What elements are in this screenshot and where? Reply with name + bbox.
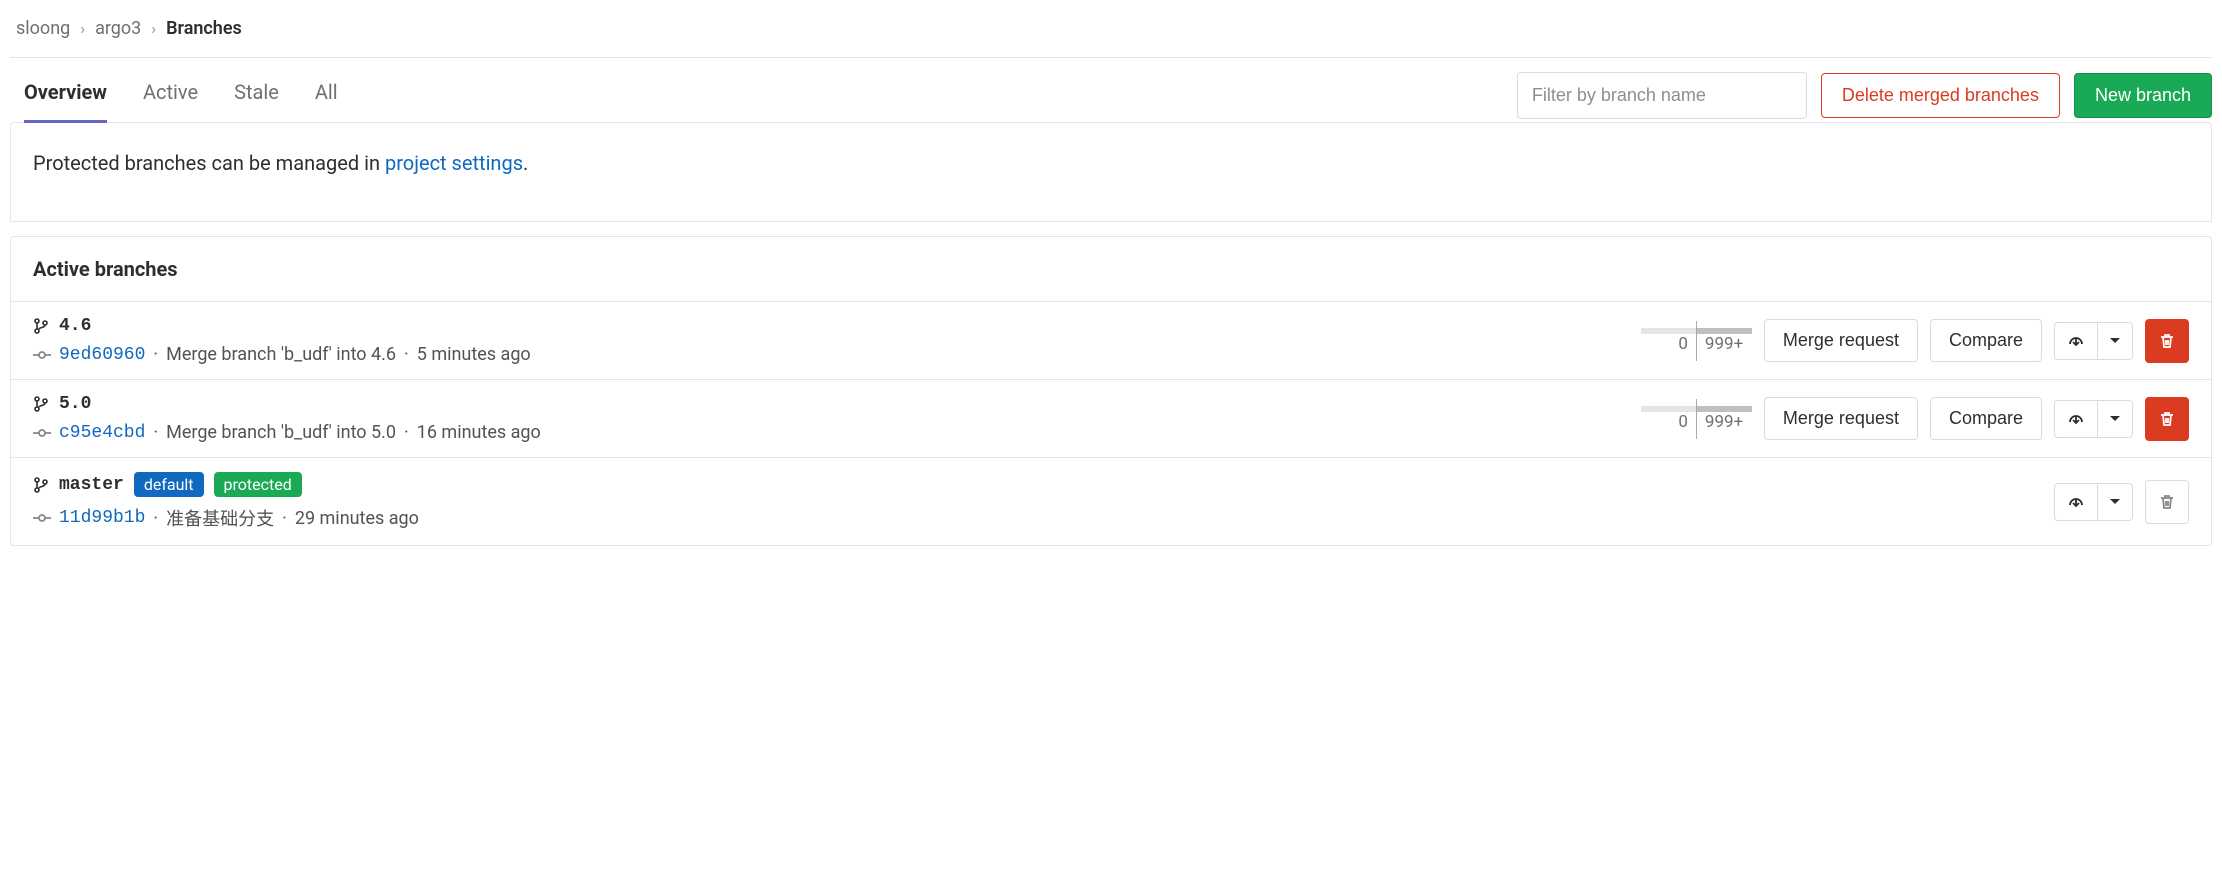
banner-suffix: .	[523, 151, 528, 175]
commit-sha[interactable]: 11d99b1b	[59, 508, 145, 528]
breadcrumb-item[interactable]: argo3	[95, 18, 141, 39]
banner-text: Protected branches can be managed in	[33, 151, 385, 175]
tab-overview[interactable]: Overview	[24, 72, 107, 123]
commit-time: 29 minutes ago	[295, 508, 419, 529]
download-icon	[2055, 401, 2098, 437]
download-dropdown[interactable]	[2054, 322, 2133, 360]
commit-icon	[33, 509, 51, 527]
ahead-count: 999+	[1697, 334, 1751, 354]
separator-dot: ·	[404, 422, 409, 443]
trash-icon	[2158, 410, 2176, 428]
separator-dot: ·	[404, 344, 409, 365]
download-icon	[2055, 484, 2098, 520]
commit-line: c95e4cbd · Merge branch 'b_udf' into 5.0 · 1…	[33, 422, 541, 443]
divergence-graph: 0999+	[1641, 321, 1752, 361]
commit-icon	[33, 424, 51, 442]
commit-message: Merge branch 'b_udf' into 5.0	[166, 422, 396, 443]
branch-icon	[33, 396, 49, 412]
commit-message: Merge branch 'b_udf' into 4.6	[166, 344, 396, 365]
branch-row: 5.0 c95e4cbd · Merge branch 'b_udf' into 5.…	[11, 380, 2211, 458]
branch-actions: 0999+ Merge request Compare	[1641, 397, 2189, 441]
commit-sha[interactable]: 9ed60960	[59, 345, 145, 365]
branch-name-line: master default protected	[33, 472, 419, 497]
separator-dot: ·	[153, 344, 158, 365]
commit-sha[interactable]: c95e4cbd	[59, 423, 145, 443]
branch-info: 4.6 9ed60960 · Merge branch 'b_udf' into 4.…	[33, 316, 531, 365]
protected-branches-banner: Protected branches can be managed in pro…	[10, 122, 2212, 222]
breadcrumb-item[interactable]: sloong	[16, 18, 70, 39]
commit-time: 5 minutes ago	[417, 344, 531, 365]
branch-icon	[33, 477, 49, 493]
branch-row: 4.6 9ed60960 · Merge branch 'b_udf' into 4.…	[11, 302, 2211, 380]
separator-dot: ·	[282, 508, 287, 529]
delete-branch-button	[2145, 480, 2189, 524]
project-settings-link[interactable]: project settings	[385, 151, 523, 175]
top-controls: Overview Active Stale All Delete merged …	[10, 58, 2212, 123]
chevron-right-icon: ›	[151, 19, 156, 38]
branch-row: master default protected 11d99b1b · 准备基础分支 · 29…	[11, 458, 2211, 545]
branch-actions	[2054, 480, 2189, 524]
merge-request-button[interactable]: Merge request	[1764, 397, 1918, 440]
caret-down-icon	[2098, 327, 2132, 355]
breadcrumb-current: Branches	[166, 18, 242, 39]
badge-protected: protected	[214, 472, 302, 497]
branch-list: 4.6 9ed60960 · Merge branch 'b_udf' into 4.…	[11, 302, 2211, 545]
new-branch-button[interactable]: New branch	[2074, 73, 2212, 118]
delete-branch-button[interactable]	[2145, 319, 2189, 363]
separator-dot: ·	[153, 422, 158, 443]
commit-line: 9ed60960 · Merge branch 'b_udf' into 4.6 · 5…	[33, 344, 531, 365]
breadcrumb: sloong › argo3 › Branches	[10, 10, 2212, 57]
download-dropdown[interactable]	[2054, 400, 2133, 438]
panel-title: Active branches	[11, 237, 2211, 302]
tab-stale[interactable]: Stale	[234, 72, 279, 123]
separator-dot: ·	[153, 508, 158, 529]
commit-time: 16 minutes ago	[417, 422, 541, 443]
filter-input[interactable]	[1517, 72, 1807, 119]
commit-line: 11d99b1b · 准备基础分支 · 29 minutes ago	[33, 505, 419, 531]
badge-default: default	[134, 472, 204, 497]
compare-button[interactable]: Compare	[1930, 397, 2042, 440]
chevron-right-icon: ›	[80, 19, 85, 38]
divergence-graph: 0999+	[1641, 399, 1752, 439]
commit-message: 准备基础分支	[166, 505, 274, 531]
branch-icon	[33, 318, 49, 334]
merge-request-button[interactable]: Merge request	[1764, 319, 1918, 362]
download-icon	[2055, 323, 2098, 359]
caret-down-icon	[2098, 405, 2132, 433]
tabs: Overview Active Stale All	[10, 72, 338, 123]
branch-actions: 0999+ Merge request Compare	[1641, 319, 2189, 363]
trash-icon	[2158, 493, 2176, 511]
behind-count: 0	[1670, 334, 1696, 354]
commit-icon	[33, 346, 51, 364]
branch-name[interactable]: 5.0	[59, 394, 91, 414]
branch-name[interactable]: master	[59, 475, 124, 495]
delete-merged-button[interactable]: Delete merged branches	[1821, 73, 2060, 118]
branch-name-line: 4.6	[33, 316, 531, 336]
branch-name[interactable]: 4.6	[59, 316, 91, 336]
action-bar: Delete merged branches New branch	[1517, 72, 2212, 119]
caret-down-icon	[2098, 488, 2132, 516]
compare-button[interactable]: Compare	[1930, 319, 2042, 362]
delete-branch-button[interactable]	[2145, 397, 2189, 441]
active-branches-panel: Active branches 4.6 9ed60960 · Merge branch…	[10, 236, 2212, 546]
branch-info: master default protected 11d99b1b · 准备基础分支 · 29…	[33, 472, 419, 531]
trash-icon	[2158, 332, 2176, 350]
tab-active[interactable]: Active	[143, 72, 198, 123]
branch-name-line: 5.0	[33, 394, 541, 414]
ahead-count: 999+	[1697, 412, 1751, 432]
behind-count: 0	[1670, 412, 1696, 432]
branch-info: 5.0 c95e4cbd · Merge branch 'b_udf' into 5.…	[33, 394, 541, 443]
tab-all[interactable]: All	[315, 72, 338, 123]
download-dropdown[interactable]	[2054, 483, 2133, 521]
